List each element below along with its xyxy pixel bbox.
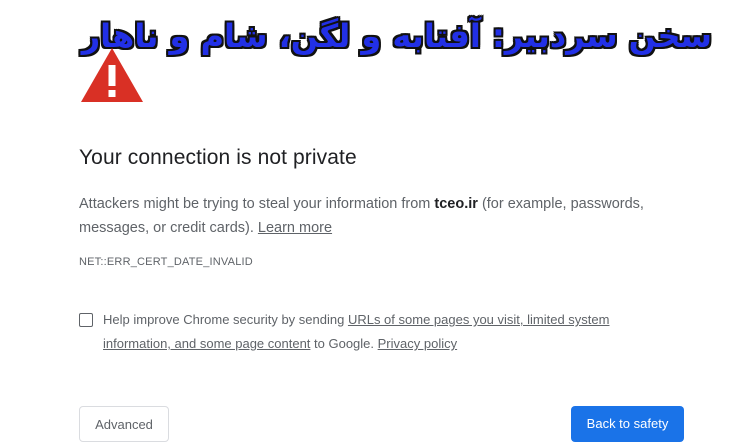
help-middle: to Google. bbox=[310, 336, 378, 351]
article-headline-banner: سخن سردبیر: آفتابه و لگن، شام و ناهار bbox=[81, 17, 712, 55]
advanced-button[interactable]: Advanced bbox=[79, 406, 169, 442]
error-description: Attackers might be trying to steal your … bbox=[79, 192, 679, 240]
warning-triangle-icon bbox=[81, 48, 143, 102]
help-improve-checkbox[interactable] bbox=[79, 313, 93, 327]
site-domain: tceo.ir bbox=[434, 196, 478, 212]
help-improve-text: Help improve Chrome security by sending … bbox=[103, 308, 643, 356]
privacy-policy-link[interactable]: Privacy policy bbox=[378, 336, 457, 351]
desc-prefix: Attackers might be trying to steal your … bbox=[79, 196, 435, 212]
page-title: Your connection is not private bbox=[79, 146, 357, 169]
help-prefix: Help improve Chrome security by sending bbox=[103, 312, 348, 327]
back-to-safety-button[interactable]: Back to safety bbox=[571, 406, 684, 442]
error-code: NET::ERR_CERT_DATE_INVALID bbox=[79, 256, 253, 268]
learn-more-link[interactable]: Learn more bbox=[258, 220, 332, 236]
